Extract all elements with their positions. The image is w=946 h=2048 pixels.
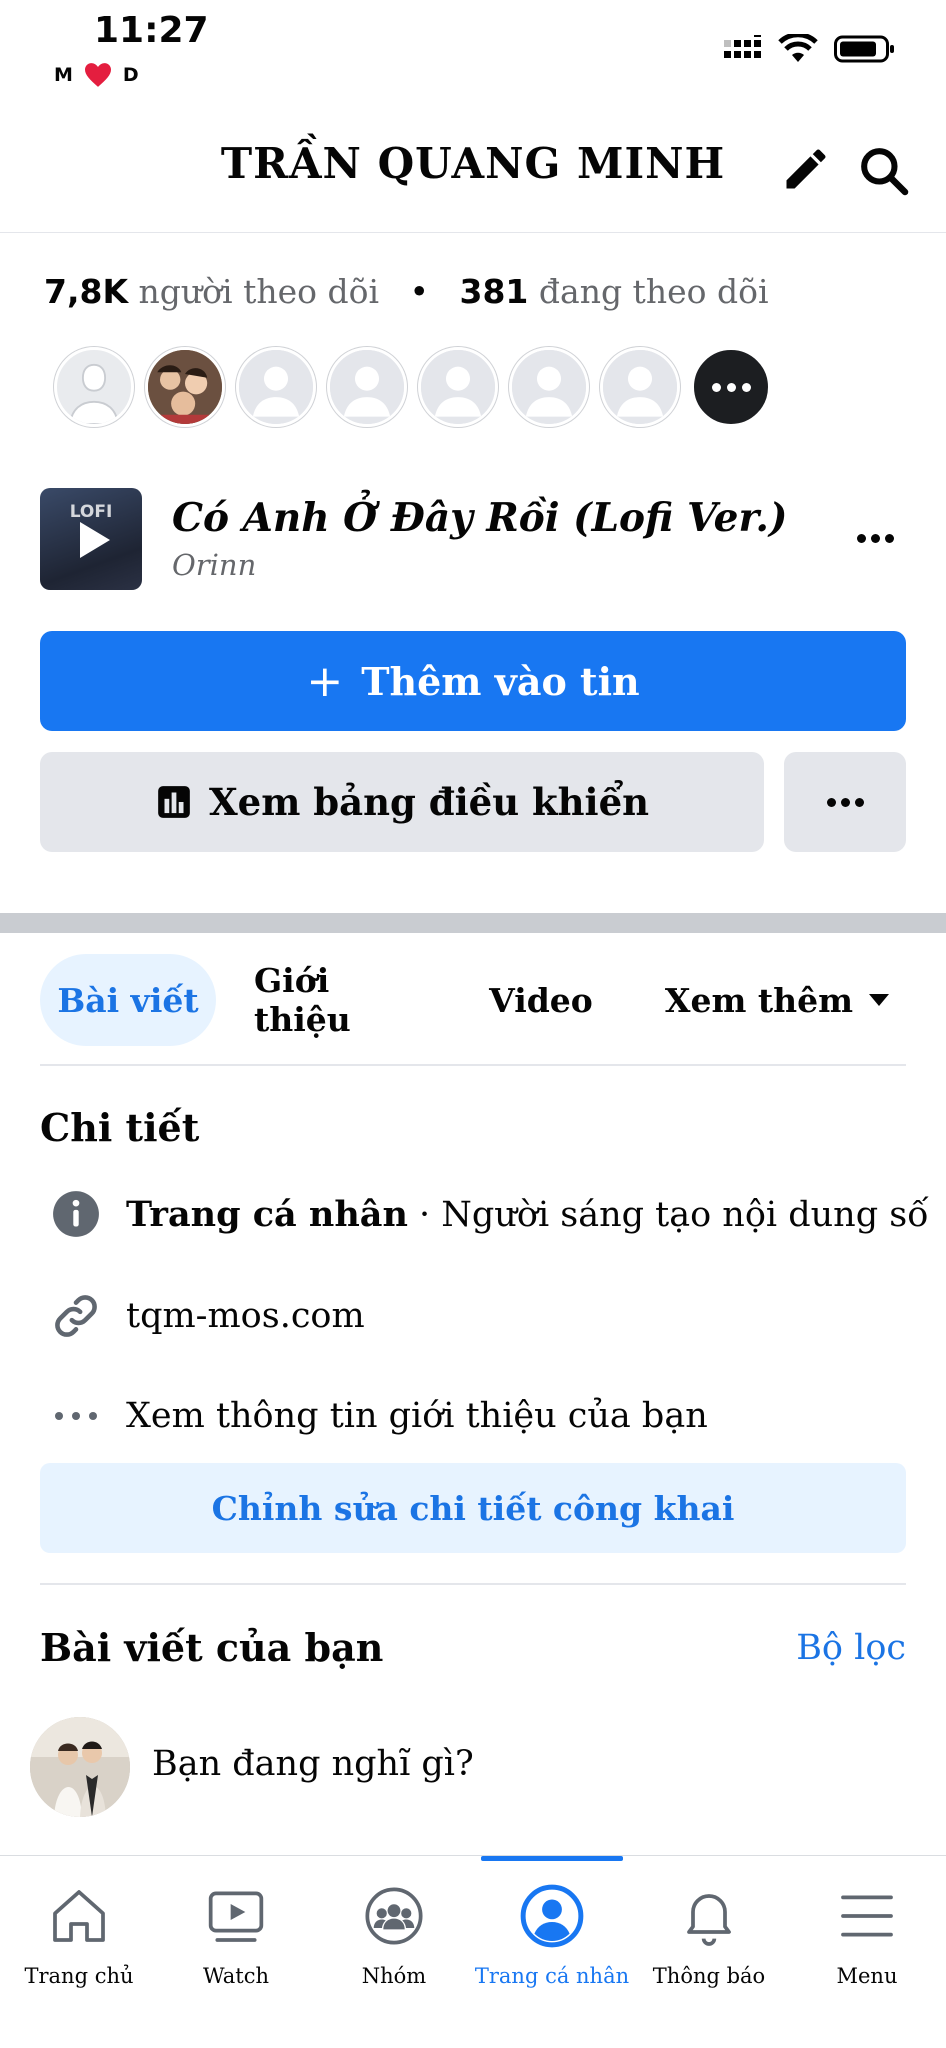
follower-avatar[interactable] [54,347,134,427]
play-icon [80,522,110,558]
tab-about[interactable]: Giới thiệu [254,954,424,1046]
caret-down-icon [869,994,890,1006]
profile-icon [520,1884,584,1948]
followers-count: 7,8K [44,272,129,311]
status-bar: 11:27 M D [0,0,946,105]
follower-avatar[interactable] [600,347,680,427]
tab-see-more[interactable]: Xem thêm [658,954,898,1046]
battery-icon [834,35,894,63]
nav-menu[interactable]: Menu [788,1856,946,2016]
composer-prompt[interactable]: Bạn đang nghĩ gì? [152,1744,474,1784]
profile-tabs: Bài viết Giới thiệu Video Xem thêm [40,954,906,1046]
profile-category: · Người sáng tạo nội dung số [407,1194,929,1235]
music-more-options-button[interactable] [850,518,900,558]
detail-see-about[interactable]: Xem thông tin giới thiệu của bạn [50,1390,708,1442]
status-initial-left: M [54,64,73,86]
status-caption: M D [54,62,139,88]
plus-icon: + [306,655,344,707]
search-icon[interactable] [856,143,912,199]
detail-profile-type: Trang cá nhân · Người sáng tạo nội dung … [50,1188,929,1240]
follow-stats[interactable]: 7,8K người theo dõi • 381 đang theo dõi [44,272,769,311]
following-label: đang theo dõi [538,272,769,311]
signal-icon [724,35,761,58]
link-icon [55,1295,97,1337]
bell-icon [687,1894,731,1946]
following-count: 381 [459,272,529,311]
nav-label: Nhóm [361,1964,427,1988]
dashboard-chart-icon [158,786,190,818]
nav-label: Watch [202,1964,269,1988]
nav-profile[interactable]: Trang cá nhân [473,1856,631,2016]
detail-website: tqm-mos.com [50,1290,365,1342]
music-title[interactable]: Có Anh Ở Đây Rồi (Lofi Ver.) [172,495,787,541]
your-posts-title: Bài viết của bạn [40,1625,384,1670]
follower-avatar[interactable] [145,347,225,427]
view-dashboard-label: Xem bảng điều khiển [208,780,650,824]
see-about-label: Xem thông tin giới thiệu của bạn [126,1396,708,1436]
website-link[interactable]: tqm-mos.com [126,1296,365,1336]
profile-type-label: Trang cá nhân [126,1193,408,1235]
status-time: 11:27 [94,10,209,51]
add-to-story-label: Thêm vào tin [361,658,640,704]
nav-watch[interactable]: Watch [157,1856,315,2016]
menu-icon [841,1895,893,1937]
nav-label: Trang cá nhân [474,1964,630,1988]
home-icon [53,1890,105,1942]
divider [40,1064,906,1066]
details-title: Chi tiết [40,1105,200,1150]
follower-avatar[interactable] [236,347,316,427]
stats-separator: • [409,272,429,311]
more-dots-icon [55,1412,97,1420]
follower-avatar[interactable] [418,347,498,427]
avatar[interactable] [30,1717,130,1817]
section-divider [0,913,946,933]
divider [40,1583,906,1585]
tab-see-more-label: Xem thêm [664,980,854,1020]
music-thumbnail[interactable]: LOFI [40,488,142,590]
profile-more-options-button[interactable] [784,752,906,852]
nav-label: Trang chủ [24,1964,134,1988]
nav-label: Thông báo [652,1964,766,1988]
more-followers-button[interactable] [691,347,771,427]
filter-link[interactable]: Bộ lọc [796,1628,906,1668]
music-artist: Orinn [172,548,257,582]
groups-icon [365,1887,423,1945]
add-to-story-button[interactable]: + Thêm vào tin [40,631,906,731]
nav-label: Menu [836,1964,898,1988]
follower-avatars [54,347,771,427]
nav-notifications[interactable]: Thông báo [630,1856,788,2016]
watch-icon [208,1891,264,1942]
heart-icon [84,63,111,87]
edit-pencil-icon[interactable] [780,143,832,195]
wifi-icon [778,34,818,62]
status-icons [724,34,896,64]
edit-public-details-button[interactable]: Chỉnh sửa chi tiết công khai [40,1463,906,1553]
view-dashboard-button[interactable]: Xem bảng điều khiển [40,752,764,852]
info-icon [53,1191,99,1237]
tab-posts[interactable]: Bài viết [40,954,216,1046]
status-initial-right: D [122,64,139,86]
bottom-navigation: Trang chủ Watch Nhóm Trang cá nhân Thông… [0,1855,946,2048]
tab-video[interactable]: Video [476,954,606,1046]
followers-label: người theo dõi [138,272,380,311]
profile-header: TRẦN QUANG MINH [0,105,946,233]
nav-home[interactable]: Trang chủ [0,1856,158,2016]
follower-avatar[interactable] [509,347,589,427]
nav-groups[interactable]: Nhóm [315,1856,473,2016]
follower-avatar[interactable] [327,347,407,427]
